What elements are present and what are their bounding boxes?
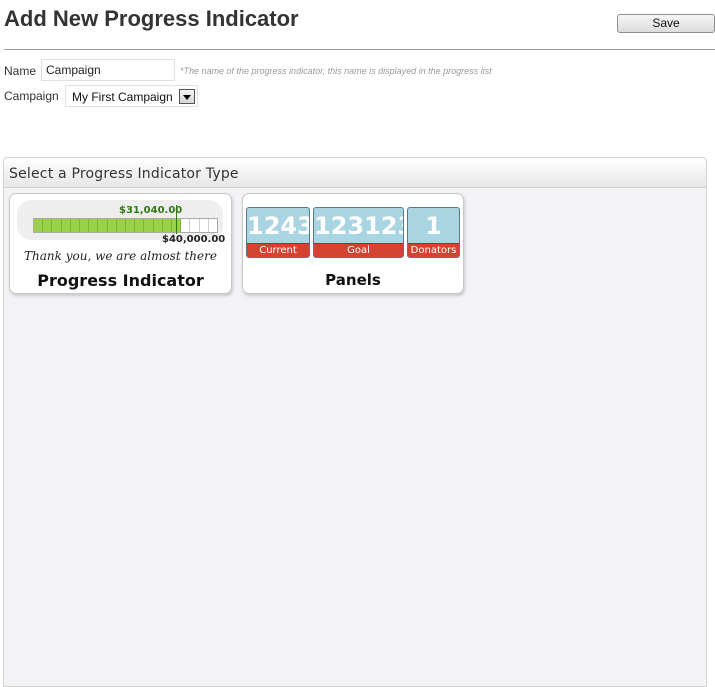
progress-segment (135, 219, 145, 232)
name-input[interactable] (41, 59, 175, 81)
tile-value: 1 (425, 212, 442, 240)
progress-segment (162, 219, 173, 232)
raised-amount: $31,040.00 (119, 205, 183, 216)
panel-tile-donators: 1 Donators (407, 207, 460, 258)
type-selection-panel: Select a Progress Indicator Type $31,040… (3, 157, 707, 687)
progress-segment (126, 219, 136, 232)
goal-amount: $40,000.00 (162, 234, 226, 245)
progress-segment (80, 219, 90, 232)
progress-segment (208, 219, 218, 232)
progress-segment (190, 219, 200, 232)
progress-segment (116, 219, 127, 232)
campaign-select-value: My First Campaign (72, 90, 173, 104)
tile-value: 123123 (314, 212, 403, 240)
save-button[interactable]: Save (617, 14, 715, 33)
progress-bar (33, 218, 218, 233)
header-divider (4, 49, 715, 50)
progress-segment (181, 219, 191, 232)
type-card-panels[interactable]: 1243 Current 123123 Goal 1 Donators Pane… (242, 193, 464, 294)
campaign-label: Campaign (4, 89, 59, 103)
progress-segment (107, 219, 117, 232)
type-panel-title: Select a Progress Indicator Type (9, 166, 239, 182)
progress-segment (153, 219, 163, 232)
progress-segment (98, 219, 108, 232)
name-label: Name (4, 64, 37, 78)
tile-label: Goal (314, 243, 403, 257)
progress-segment (89, 219, 99, 232)
progress-segment (43, 219, 53, 232)
progress-segment (34, 219, 44, 232)
tile-label: Donators (408, 243, 459, 257)
progress-preview: $31,040.00 $40,000.00 (17, 200, 225, 245)
tile-label: Current (247, 243, 309, 257)
progress-marker (176, 205, 177, 234)
type-card-progress-indicator[interactable]: $31,040.00 $40,000.00 Thank you, we are … (9, 193, 232, 294)
panel-tile-current: 1243 Current (246, 207, 310, 258)
type-panel-header: Select a Progress Indicator Type (4, 158, 706, 188)
type-caption-panels: Panels (325, 271, 381, 289)
progress-segment (199, 219, 209, 232)
tile-value: 1243 (247, 212, 310, 240)
progress-segment (144, 219, 154, 232)
progress-segment (61, 219, 71, 232)
progress-segment (70, 219, 81, 232)
dropdown-arrow-icon[interactable] (179, 89, 195, 104)
progress-segment (52, 219, 62, 232)
type-caption-progress-indicator: Progress Indicator (37, 271, 204, 290)
campaign-select[interactable]: My First Campaign (65, 85, 198, 107)
panel-tile-goal: 123123 Goal (313, 207, 404, 258)
progress-message: Thank you, we are almost there (24, 249, 217, 263)
page-title: Add New Progress Indicator (4, 6, 299, 31)
name-hint: *The name of the progress indicator, thi… (180, 66, 492, 76)
